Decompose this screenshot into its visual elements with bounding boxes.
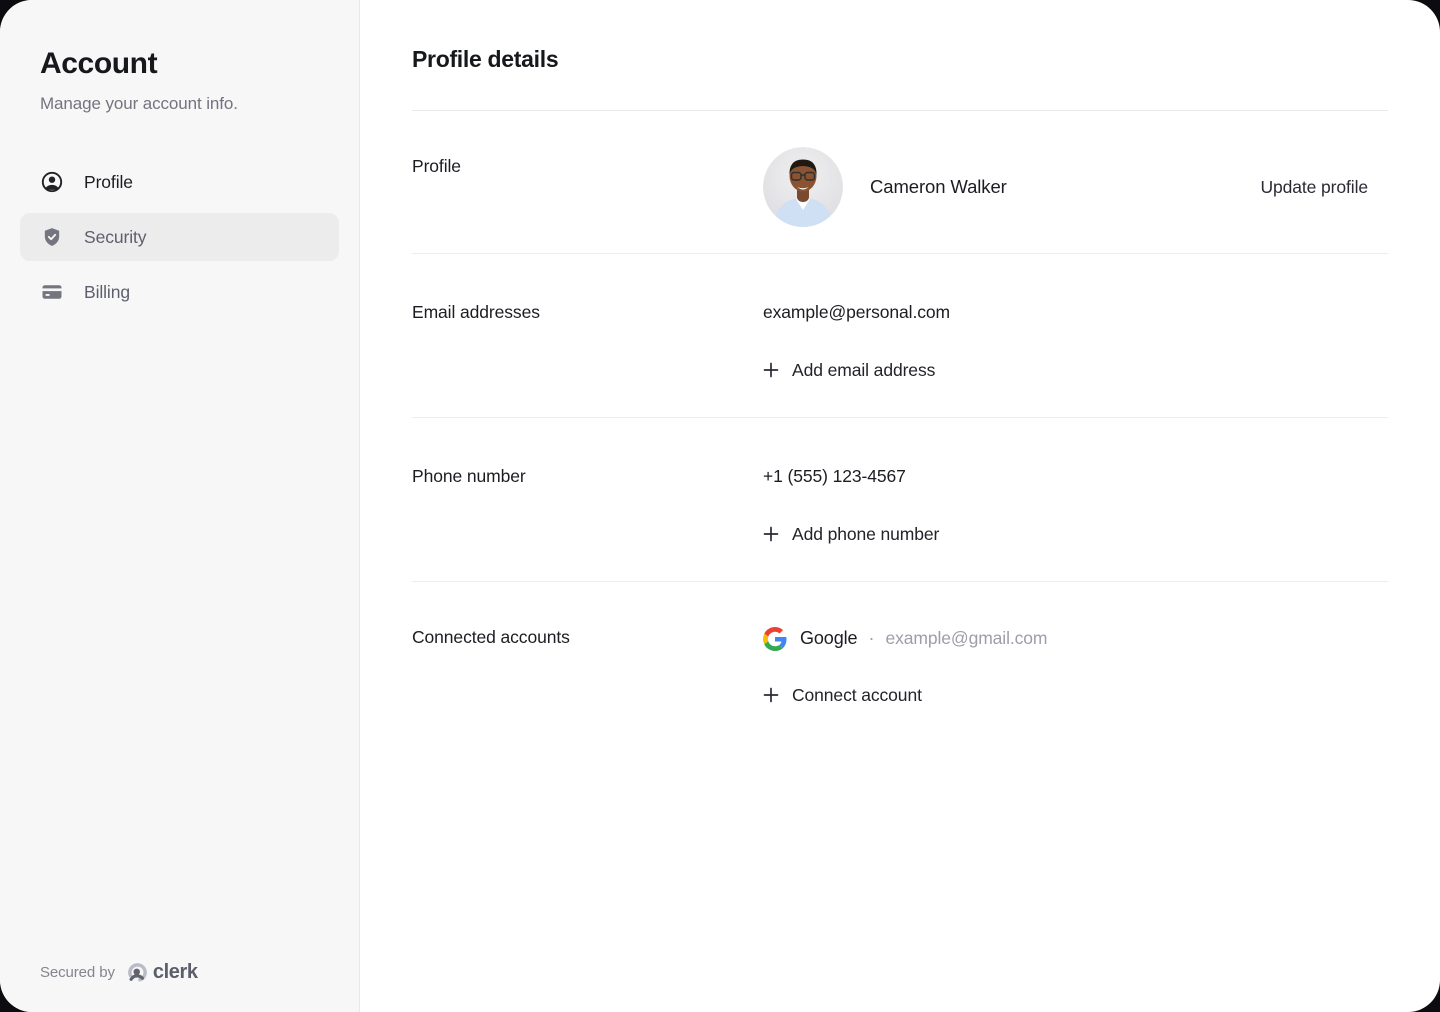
plus-icon [763, 362, 779, 378]
sidebar-item-label: Billing [84, 282, 130, 303]
connected-account-row: Google · example@gmail.com [763, 626, 1388, 651]
section-title: Profile details [412, 44, 1388, 74]
email-section: Email addresses example@personal.com Add… [412, 254, 1388, 418]
phone-section: Phone number +1 (555) 123-4567 Add phone… [412, 418, 1388, 582]
clerk-wordmark: clerk [153, 961, 198, 984]
email-value: example@personal.com [763, 302, 1388, 323]
dot-separator: · [868, 628, 874, 649]
profile-label: Profile [412, 147, 763, 177]
add-phone-label: Add phone number [792, 524, 939, 545]
credit-card-icon [40, 280, 64, 304]
connect-account-button[interactable]: Connect account [763, 683, 922, 707]
clerk-brand-link[interactable]: clerk [127, 961, 198, 984]
add-phone-button[interactable]: Add phone number [763, 522, 939, 546]
sidebar-header: Account Manage your account info. [0, 48, 359, 114]
user-name: Cameron Walker [870, 176, 1007, 198]
phone-value: +1 (555) 123-4567 [763, 466, 1388, 487]
page-title: Account [40, 48, 319, 80]
plus-icon [763, 687, 779, 703]
profile-details-panel: Profile details Profile [360, 0, 1440, 1012]
profile-row: Cameron Walker Update profile [763, 147, 1388, 227]
sidebar-nav: Profile Security [20, 158, 339, 316]
phone-label: Phone number [412, 466, 763, 487]
sidebar-item-label: Security [84, 227, 146, 248]
sidebar-item-profile[interactable]: Profile [20, 158, 339, 206]
shield-icon [40, 225, 64, 249]
provider-name: Google [800, 628, 857, 649]
connected-account-email: example@gmail.com [885, 628, 1047, 649]
update-profile-button[interactable]: Update profile [1260, 177, 1368, 198]
email-label: Email addresses [412, 302, 763, 323]
sidebar-item-billing[interactable]: Billing [20, 268, 339, 316]
profile-section: Profile [412, 111, 1388, 254]
connected-accounts-label: Connected accounts [412, 626, 763, 648]
connect-account-label: Connect account [792, 685, 922, 706]
avatar [763, 147, 843, 227]
add-email-button[interactable]: Add email address [763, 358, 935, 382]
sidebar: Account Manage your account info. Profil… [0, 0, 360, 1012]
user-icon [40, 170, 64, 194]
plus-icon [763, 526, 779, 542]
sidebar-item-label: Profile [84, 172, 133, 193]
connected-accounts-section: Connected accounts Google · example@gmai… [412, 582, 1388, 767]
google-icon [763, 627, 787, 651]
account-modal: Account Manage your account info. Profil… [0, 0, 1440, 1012]
sidebar-item-security[interactable]: Security [20, 213, 339, 261]
clerk-logo-icon [127, 962, 148, 983]
page-subtitle: Manage your account info. [40, 94, 319, 114]
secured-by-badge: Secured by clerk [40, 961, 198, 984]
secured-by-label: Secured by [40, 964, 115, 981]
add-email-label: Add email address [792, 360, 935, 381]
